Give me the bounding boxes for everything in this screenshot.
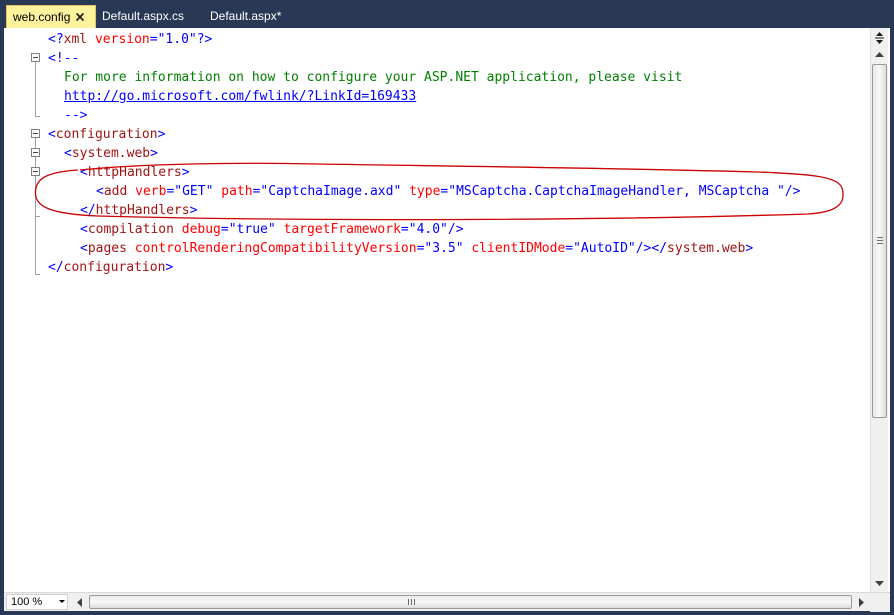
arrow-left-icon[interactable] [72, 594, 88, 610]
collapse-configuration-icon[interactable] [31, 129, 40, 138]
code-line-3: For more information on how to configure… [64, 70, 683, 85]
zoom-dropdown[interactable]: 100 % [6, 594, 68, 610]
outlining-margin [30, 28, 44, 592]
close-icon[interactable] [73, 10, 87, 24]
fold-guide [35, 216, 40, 217]
collapse-comment-icon[interactable] [31, 53, 40, 62]
arrow-right-icon[interactable] [854, 594, 870, 610]
collapse-httphandlers-icon[interactable] [31, 167, 40, 176]
fold-guide [35, 116, 40, 117]
vertical-scrollbar[interactable] [870, 28, 888, 592]
tab-label: Default.aspx* [210, 9, 282, 23]
arrow-down-icon[interactable] [871, 575, 888, 592]
tab-label: web.config [13, 10, 71, 24]
fwlink-link[interactable]: http://go.microsoft.com/fwlink/?LinkId=1… [64, 89, 416, 104]
scrollbar-corner [870, 593, 890, 612]
code-line-12: <pages controlRenderingCompatibilityVers… [80, 241, 754, 256]
code-editor[interactable]: <?xml version="1.0"?> <!-- For more info… [4, 28, 890, 612]
code-text-area[interactable]: <?xml version="1.0"?> <!-- For more info… [44, 28, 870, 592]
vertical-scroll-thumb[interactable] [872, 64, 887, 418]
chevron-down-icon[interactable] [59, 600, 65, 603]
code-line-6: <configuration> [48, 127, 166, 142]
selection-margin[interactable] [4, 28, 26, 592]
collapse-system-web-icon[interactable] [31, 148, 40, 157]
code-line-13: </configuration> [48, 260, 174, 275]
code-line-11: <compilation debug="true" targetFramewor… [80, 222, 464, 237]
horizontal-scroll-thumb[interactable] [89, 595, 852, 609]
fold-guide [35, 138, 36, 274]
code-line-8: <httpHandlers> [80, 165, 190, 180]
code-line-1: <?xml version="1.0"?> [48, 32, 213, 47]
code-line-5: --> [64, 108, 88, 123]
fold-guide [35, 62, 36, 116]
code-line-2: <!-- [48, 51, 80, 66]
horizontal-scrollbar[interactable] [72, 594, 870, 610]
code-line-10: </httpHandlers> [80, 203, 198, 218]
zoom-level: 100 % [11, 596, 43, 608]
code-line-9: <add verb="GET" path="CaptchaImage.axd" … [96, 184, 801, 199]
tab-default-aspx-cs[interactable]: Default.aspx.cs [96, 5, 206, 27]
split-icon[interactable] [871, 30, 888, 44]
tab-label: Default.aspx.cs [102, 9, 185, 23]
arrow-up-icon[interactable] [871, 46, 888, 63]
code-line-4: http://go.microsoft.com/fwlink/?LinkId=1… [64, 87, 416, 106]
tab-web-config[interactable]: web.config [6, 5, 96, 28]
editor-bottom-bar: 100 % [4, 592, 890, 612]
tab-default-aspx[interactable]: Default.aspx* [204, 5, 304, 27]
code-line-7: <system.web> [64, 146, 158, 161]
fold-guide [35, 274, 40, 275]
document-tab-bar: web.config Default.aspx.cs Default.aspx* [0, 0, 894, 28]
